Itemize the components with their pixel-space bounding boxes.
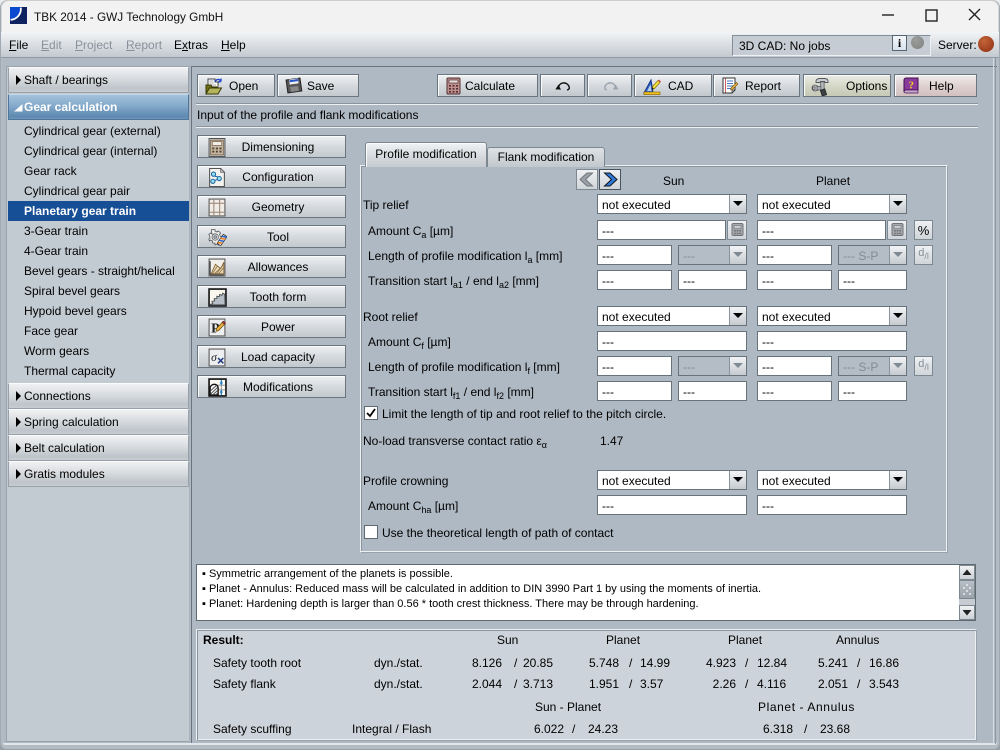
svg-text:?: ? (909, 80, 915, 92)
